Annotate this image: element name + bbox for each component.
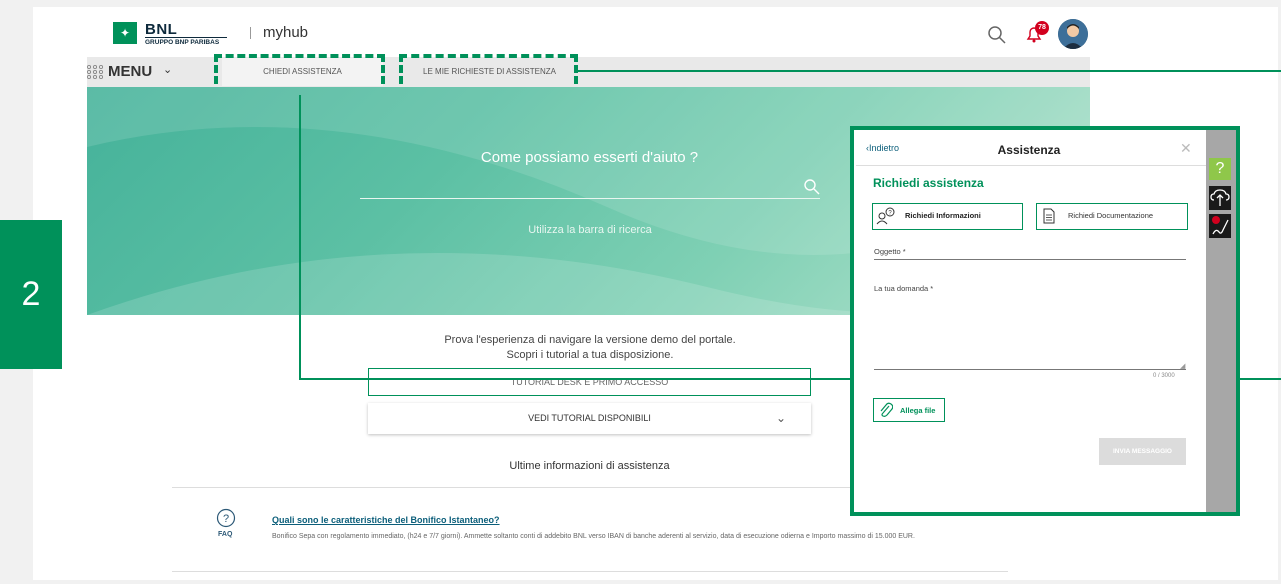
connector-line xyxy=(578,70,1281,72)
option-2-label: Richiedi Documentazione xyxy=(1068,211,1154,220)
search-icon[interactable] xyxy=(987,25,1007,45)
signature-icon[interactable] xyxy=(1209,214,1231,238)
close-icon[interactable]: ✕ xyxy=(1180,140,1192,157)
panel-title: Assistenza xyxy=(997,143,1061,157)
hero-title: Come possiamo esserti d'aiuto ? xyxy=(480,149,699,166)
upload-icon[interactable] xyxy=(1209,186,1231,210)
star-icon: ✦ xyxy=(119,26,131,40)
connector-line xyxy=(1240,378,1281,380)
back-label: Indietro xyxy=(869,143,900,153)
paperclip-icon xyxy=(880,402,893,417)
demo-text: Prova l'esperienza di navigare la versio… xyxy=(360,333,820,363)
faq-link[interactable]: Quali sono le caratteristiche del Bonifi… xyxy=(272,515,500,525)
person-question-icon: ? xyxy=(876,207,895,225)
help-icon[interactable]: ? xyxy=(1209,158,1231,180)
latest-info-title: Ultime informazioni di assistenza xyxy=(509,460,670,472)
user-avatar-icon xyxy=(1058,19,1088,49)
demo-line-2: Scopri i tutorial a tua disposizione. xyxy=(506,349,674,361)
question-textarea[interactable] xyxy=(874,369,1186,370)
question-circle-icon: ? xyxy=(216,508,236,528)
header-separator xyxy=(250,27,251,39)
search-icon[interactable] xyxy=(803,178,821,196)
document-icon xyxy=(1043,208,1055,224)
bnl-logo[interactable]: ✦ xyxy=(113,22,137,44)
subject-input[interactable] xyxy=(874,259,1186,260)
brand-subtitle: GRUPPO BNP PARIBAS xyxy=(145,39,220,46)
brand-underline xyxy=(145,37,227,38)
back-link[interactable]: ‹Indietro xyxy=(866,143,899,153)
step-number: 2 xyxy=(0,220,62,369)
avatar[interactable] xyxy=(1058,19,1088,49)
faq-label: FAQ xyxy=(218,531,233,538)
hero-subtitle: Utilizza la barra di ricerca xyxy=(528,224,652,236)
cloud-upload-icon xyxy=(1210,189,1230,206)
divider xyxy=(856,165,1206,166)
subject-field-label: Oggetto * xyxy=(874,247,906,256)
menu-button[interactable]: MENU xyxy=(108,63,152,80)
chevron-down-icon[interactable]: ⌄ xyxy=(163,63,172,76)
attach-file-label: Allega file xyxy=(900,406,936,415)
tutorial-dropdown[interactable]: VEDI TUTORIAL DISPONIBILI xyxy=(368,403,811,434)
panel-heading: Richiedi assistenza xyxy=(873,176,984,190)
tutorial-desk-button[interactable]: TUTORIAL DESK E PRIMO ACCESSO xyxy=(368,368,811,396)
app-name: myhub xyxy=(263,24,309,41)
brand-name: BNL xyxy=(145,21,178,38)
svg-text:?: ? xyxy=(223,513,229,525)
faq-description: Bonifico Sepa con regolamento immediato,… xyxy=(272,533,915,540)
grid-menu-icon[interactable] xyxy=(86,64,104,80)
option-1-label: Richiedi Informazioni xyxy=(905,211,981,220)
question-field-label: La tua domanda * xyxy=(874,284,934,293)
connector-line xyxy=(299,95,301,380)
divider xyxy=(172,571,1008,572)
connector-line xyxy=(299,378,854,380)
demo-line-1: Prova l'esperienza di navigare la versio… xyxy=(444,334,736,346)
hero-search-input[interactable] xyxy=(360,198,820,199)
notification-badge: 78 xyxy=(1035,21,1049,35)
pen-sign-icon xyxy=(1212,216,1229,235)
chevron-down-icon[interactable]: ⌄ xyxy=(776,411,786,425)
char-counter: 0 / 3000 xyxy=(1153,373,1175,379)
resize-handle-icon[interactable]: ◢ xyxy=(1180,362,1185,370)
send-message-button[interactable]: INVIA MESSAGGIO xyxy=(1099,438,1186,465)
